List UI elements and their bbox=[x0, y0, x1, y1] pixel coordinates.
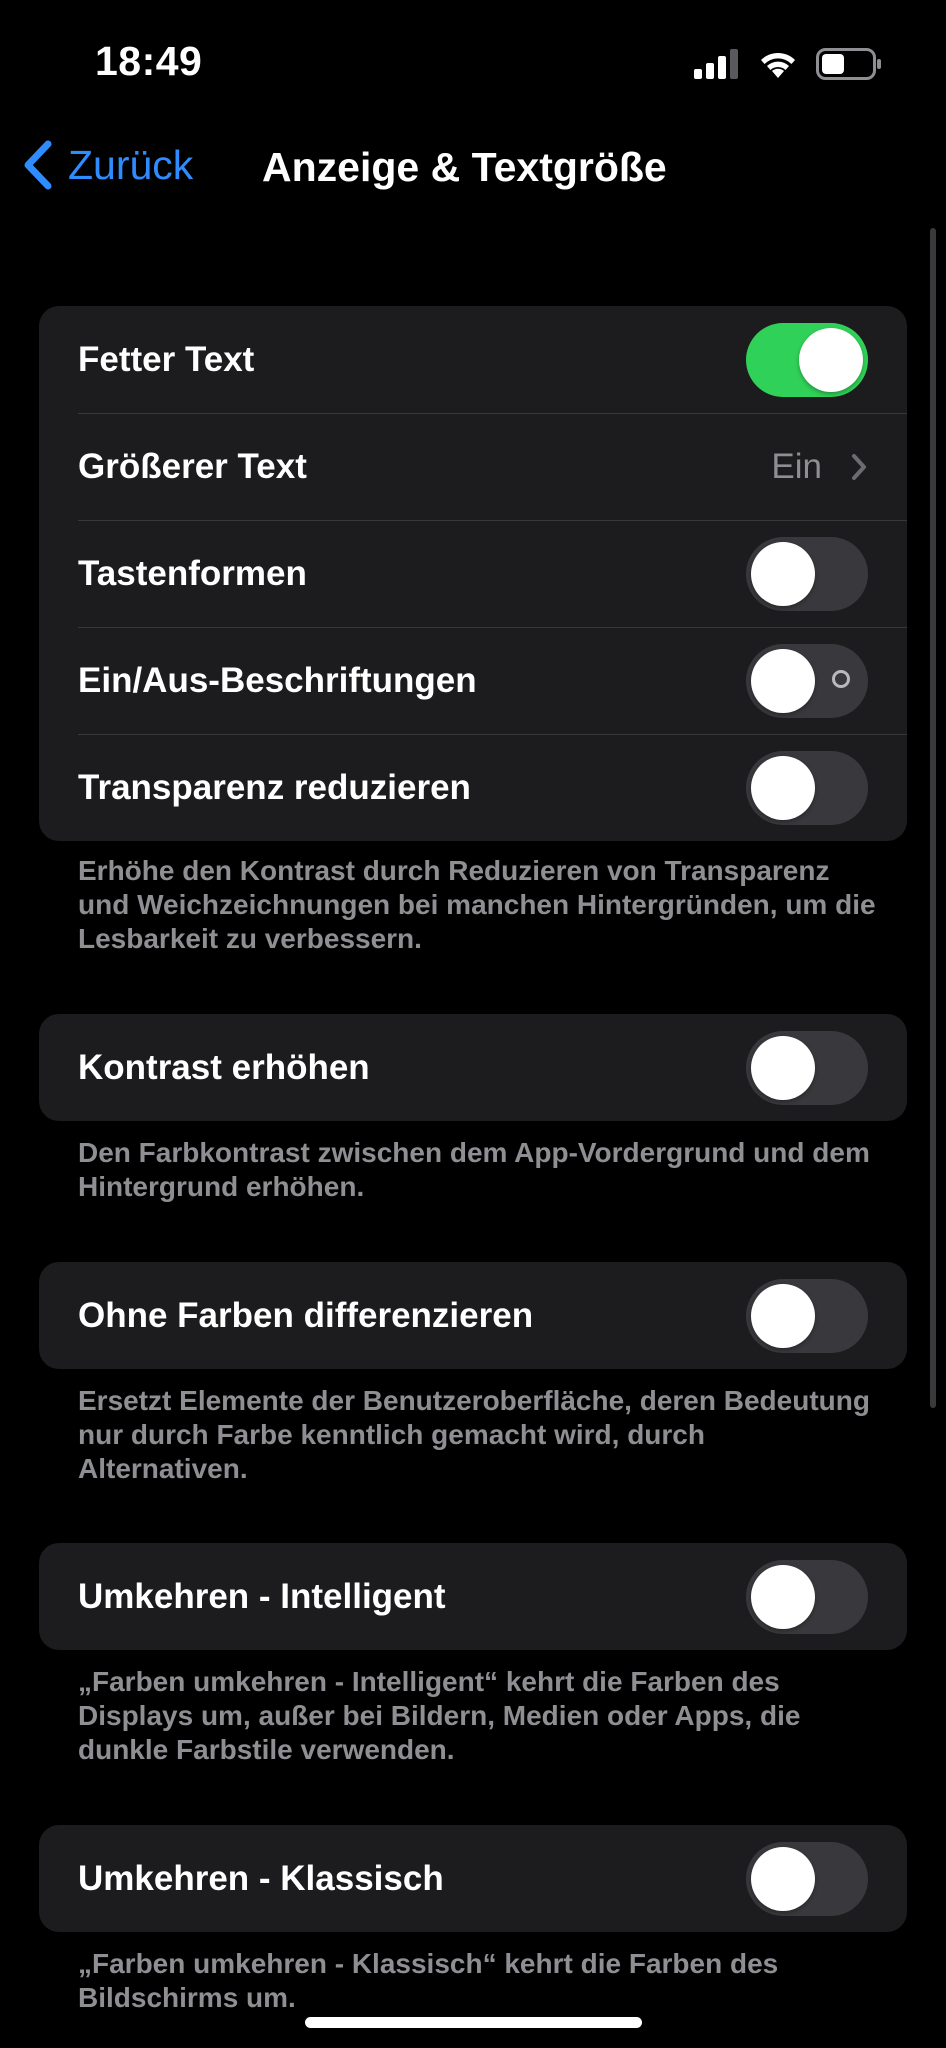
bold-text-toggle[interactable] bbox=[746, 322, 868, 397]
group-footer-note: Erhöhe den Kontrast durch Reduzieren von… bbox=[78, 855, 876, 954]
status-time: 18:49 bbox=[95, 38, 203, 84]
settings-group-classic-invert: Umkehren - Klassisch bbox=[39, 1825, 907, 1932]
differentiate-without-color-toggle[interactable] bbox=[746, 1278, 868, 1353]
toggle-knob bbox=[751, 1564, 815, 1629]
toggle-knob bbox=[799, 327, 863, 392]
toggle-knob bbox=[751, 648, 815, 713]
home-indicator[interactable] bbox=[305, 2017, 642, 2028]
row-larger-text[interactable]: Größerer Text Ein bbox=[39, 413, 907, 520]
toggle-knob bbox=[751, 1846, 815, 1911]
row-increase-contrast[interactable]: Kontrast erhöhen bbox=[39, 1014, 907, 1121]
cellular-signal-icon bbox=[694, 49, 738, 79]
row-label: Ein/Aus-Beschriftungen bbox=[78, 660, 477, 700]
group-footer-note: „Farben umkehren - Klassisch“ kehrt die … bbox=[78, 1948, 779, 2013]
page-title: Anzeige & Textgröße bbox=[262, 144, 667, 190]
toggle-knob bbox=[751, 755, 815, 820]
row-label: Fetter Text bbox=[78, 339, 255, 379]
status-icons bbox=[694, 44, 882, 84]
row-label: Transparenz reduzieren bbox=[78, 767, 471, 807]
smart-invert-toggle[interactable] bbox=[746, 1559, 868, 1634]
row-smart-invert[interactable]: Umkehren - Intelligent bbox=[39, 1543, 907, 1650]
on-off-labels-toggle[interactable] bbox=[746, 643, 868, 718]
toggle-knob bbox=[751, 541, 815, 606]
chevron-left-icon bbox=[24, 140, 52, 190]
increase-contrast-toggle[interactable] bbox=[746, 1030, 868, 1105]
classic-invert-toggle[interactable] bbox=[746, 1841, 868, 1916]
row-label: Tastenformen bbox=[78, 553, 307, 593]
reduce-transparency-toggle[interactable] bbox=[746, 750, 868, 825]
back-button[interactable]: Zurück bbox=[20, 140, 193, 190]
scroll-indicator[interactable] bbox=[930, 228, 936, 1408]
battery-icon bbox=[816, 48, 881, 80]
row-label: Größerer Text bbox=[78, 446, 307, 486]
row-label: Umkehren - Klassisch bbox=[78, 1858, 444, 1898]
group-footer-note: Ersetzt Elemente der Benutzeroberfläche,… bbox=[78, 1385, 870, 1484]
settings-group-contrast: Kontrast erhöhen bbox=[39, 1014, 907, 1121]
navigation-bar: Zurück Anzeige & Textgröße bbox=[0, 130, 946, 210]
group-footer-note: „Farben umkehren - Intelligent“ kehrt di… bbox=[78, 1666, 801, 1765]
chevron-right-icon bbox=[852, 454, 866, 480]
button-shapes-toggle[interactable] bbox=[746, 536, 868, 611]
row-differentiate-without-color[interactable]: Ohne Farben differenzieren bbox=[39, 1262, 907, 1369]
row-bold-text[interactable]: Fetter Text bbox=[39, 306, 907, 413]
back-label: Zurück bbox=[68, 141, 194, 188]
group-footer-note: Den Farbkontrast zwischen dem App-Vorder… bbox=[78, 1137, 870, 1202]
row-reduce-transparency[interactable]: Transparenz reduzieren bbox=[39, 734, 907, 841]
status-bar: 18:49 bbox=[0, 0, 946, 120]
settings-group-display: Fetter Text Größerer Text Ein Tastenform… bbox=[39, 306, 907, 841]
row-label: Umkehren - Intelligent bbox=[78, 1576, 446, 1616]
row-label: Kontrast erhöhen bbox=[78, 1047, 370, 1087]
row-on-off-labels[interactable]: Ein/Aus-Beschriftungen bbox=[39, 627, 907, 734]
row-classic-invert[interactable]: Umkehren - Klassisch bbox=[39, 1825, 907, 1932]
row-button-shapes[interactable]: Tastenformen bbox=[39, 520, 907, 627]
row-value: Ein bbox=[771, 446, 822, 486]
settings-group-differentiate: Ohne Farben differenzieren bbox=[39, 1262, 907, 1369]
wifi-icon bbox=[761, 52, 795, 78]
row-label: Ohne Farben differenzieren bbox=[78, 1295, 534, 1335]
settings-group-smart-invert: Umkehren - Intelligent bbox=[39, 1543, 907, 1650]
off-label-icon bbox=[832, 669, 850, 688]
toggle-knob bbox=[751, 1283, 815, 1348]
toggle-knob bbox=[751, 1035, 815, 1100]
